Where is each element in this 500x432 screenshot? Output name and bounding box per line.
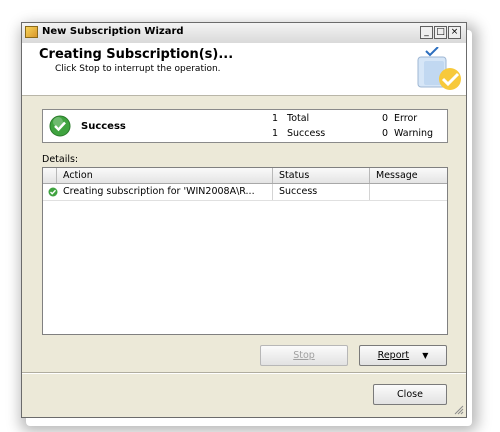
row-action-cell: Creating subscription for 'WIN2008A\R... (57, 184, 273, 200)
resize-grip-icon[interactable] (454, 405, 464, 415)
page-subtitle: Click Stop to interrupt the operation. (55, 64, 221, 74)
total-count: 1 (272, 113, 279, 124)
page-title: Creating Subscription(s)... (39, 47, 234, 62)
wizard-window: New Subscription Wizard _ □ × Creating S… (21, 22, 467, 418)
column-header-status[interactable]: Status (273, 168, 370, 183)
maximize-button[interactable]: □ (434, 26, 447, 39)
minimize-button[interactable]: _ (420, 26, 433, 39)
status-summary-panel: Success 1 Total 1 Success 0 Error 0 Warn… (42, 109, 448, 143)
total-label: Total (287, 113, 310, 124)
column-header-action[interactable]: Action (57, 168, 273, 183)
success-count: 1 (272, 128, 279, 139)
table-row[interactable]: Creating subscription for 'WIN2008A\R...… (43, 184, 447, 201)
footer-divider (22, 372, 466, 374)
stop-button-label: Stop (293, 350, 315, 361)
row-message-cell (370, 184, 447, 200)
result-label: Success (81, 121, 126, 132)
dropdown-arrow-icon: ▼ (422, 351, 429, 360)
wizard-app-icon (25, 26, 38, 38)
row-status-cell: Success (273, 184, 370, 200)
error-count: 0 (382, 113, 389, 124)
success-count-label: Success (287, 128, 326, 139)
warning-label: Warning (394, 128, 434, 139)
column-header-message[interactable]: Message (370, 168, 447, 183)
details-table[interactable]: Action Status Message Creating subscript… (42, 167, 448, 335)
stop-button[interactable]: Stop (260, 345, 348, 366)
report-button-label: Report (377, 350, 410, 361)
wizard-header: Creating Subscription(s)... Click Stop t… (22, 43, 466, 96)
wizard-graphic-icon (417, 47, 461, 90)
table-header: Action Status Message (43, 168, 447, 184)
error-label: Error (394, 113, 418, 124)
window-title: New Subscription Wizard (42, 26, 184, 37)
column-header-icon (43, 168, 57, 183)
details-label: Details: (42, 154, 79, 165)
close-window-button[interactable]: × (448, 26, 461, 39)
success-check-icon (49, 115, 71, 137)
close-button[interactable]: Close (373, 384, 447, 405)
report-button[interactable]: Report ▼ (359, 345, 447, 366)
warning-count: 0 (382, 128, 389, 139)
title-bar[interactable]: New Subscription Wizard _ □ × (22, 23, 466, 44)
